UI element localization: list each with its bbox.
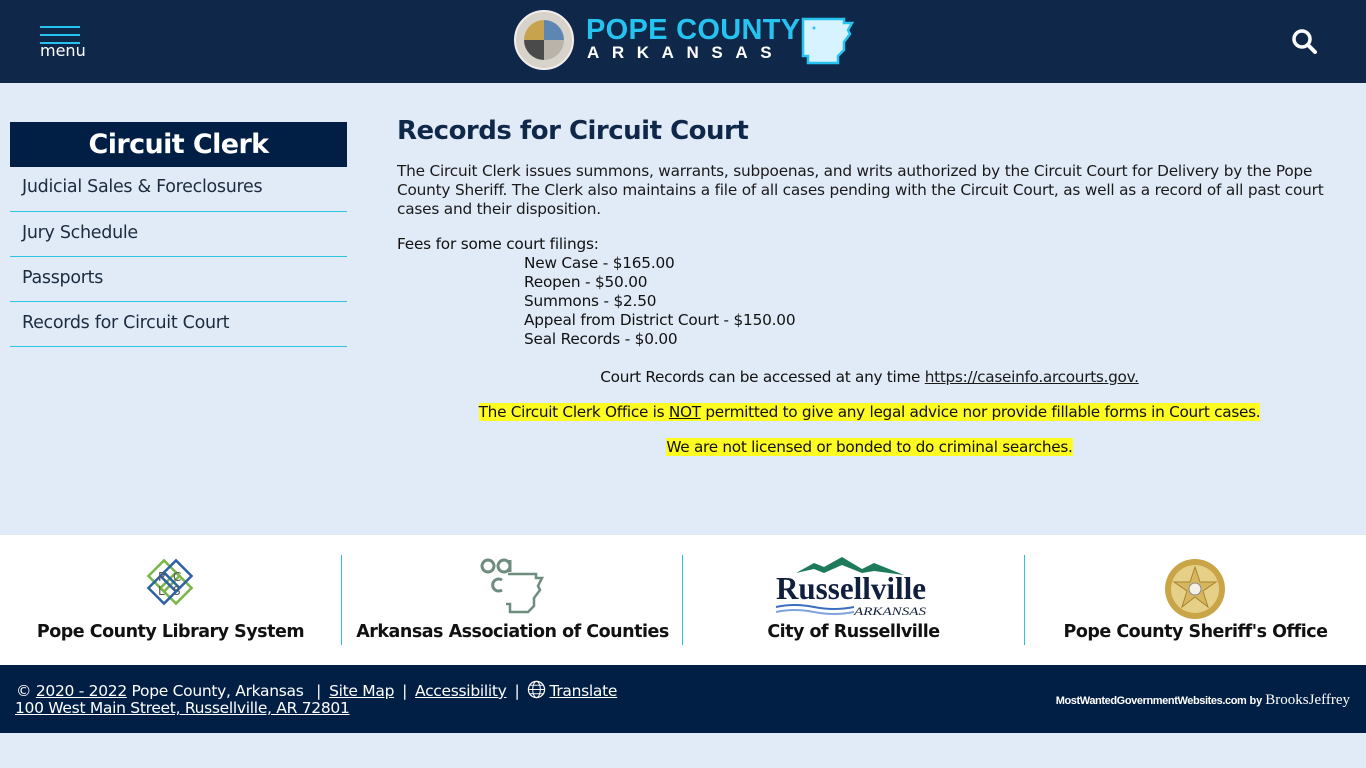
pcls-logo-icon: P C L S (146, 558, 194, 606)
svg-text:P: P (158, 570, 165, 584)
main-content: Records for Circuit Court The Circuit Cl… (397, 114, 1342, 457)
globe-icon (528, 680, 546, 699)
search-icon (1292, 29, 1317, 54)
partner-aac[interactable]: Arkansas Association of Counties (342, 555, 683, 645)
credit-company: BrooksJeffrey (1265, 692, 1350, 708)
notice-text-post: permitted to give any legal advice nor p… (700, 403, 1261, 421)
notice-not-emphasis: NOT (668, 403, 701, 421)
menu-button[interactable]: menu (40, 26, 86, 62)
fees-label: Fees for some court filings: (397, 235, 599, 253)
site-logo-link[interactable]: POPE COUNTY ARKANSAS (514, 10, 854, 72)
russellville-logo-icon: Russellville ARKANSAS (775, 557, 926, 618)
notice2-text: We are not licensed or bonded to do crim… (666, 438, 1073, 456)
caseinfo-link[interactable]: https://caseinfo.arcourts.gov. (925, 368, 1139, 386)
partner-name: Pope County Library System (36, 622, 305, 642)
footer-separator: | (402, 682, 408, 700)
page-title: Records for Circuit Court (397, 116, 749, 146)
search-button[interactable] (1290, 27, 1318, 55)
svg-text:C: C (173, 570, 181, 584)
court-records-line: Court Records can be accessed at any tim… (397, 368, 1342, 387)
intro-paragraph: The Circuit Clerk issues summons, warran… (397, 162, 1324, 218)
site-credit[interactable]: MostWantedGovernmentWebsites.com by Brooks… (1056, 693, 1350, 708)
fee-item: Seal Records - $0.00 (524, 330, 678, 348)
partner-name: Pope County Sheriff's Office (1063, 622, 1328, 642)
footer-separator: | (514, 682, 520, 700)
arkansas-state-icon (801, 17, 854, 65)
county-seal-icon (514, 10, 574, 70)
fee-item: Reopen - $50.00 (524, 273, 648, 291)
partner-sheriff[interactable]: Pope County Sheriff's Office (1025, 555, 1366, 645)
partner-name: City of Russellville (767, 622, 940, 642)
fee-item: New Case - $165.00 (524, 254, 675, 272)
footer-links: © 2020 - 2022 Pope County, Arkansas | Sit… (16, 680, 617, 701)
logo-subtitle: ARKANSAS (587, 43, 785, 62)
svg-text:Russellville: Russellville (776, 570, 926, 606)
fee-item: Appeal from District Court - $150.00 (524, 311, 796, 329)
court-records-text: Court Records can be accessed at any tim… (600, 368, 925, 386)
criminal-search-notice: We are not licensed or bonded to do crim… (397, 438, 1342, 457)
site-header: menu POPE COUNTY ARKANSAS (0, 0, 1366, 83)
translate-link[interactable]: Translate (527, 680, 618, 700)
svg-text:ARKANSAS: ARKANSAS (853, 604, 926, 618)
fee-item: Summons - $2.50 (524, 292, 657, 310)
sidebar-item-jury-schedule[interactable]: Jury Schedule (10, 212, 347, 257)
site-map-link[interactable]: Site Map (329, 682, 394, 700)
fees-list: New Case - $165.00 Reopen - $50.00 Summo… (397, 254, 1342, 349)
hamburger-bar (40, 34, 80, 36)
partner-links: P C L S Pope County Library System Arkan… (0, 535, 1366, 665)
credit-by: by (1249, 695, 1263, 707)
sidebar-item-passports[interactable]: Passports (10, 257, 347, 302)
notice-highlight: The Circuit Clerk Office is NOT permitte… (478, 403, 1261, 421)
site-footer: © 2020 - 2022 Pope County, Arkansas | Sit… (0, 665, 1366, 733)
svg-text:S: S (173, 584, 181, 598)
partner-library[interactable]: P C L S Pope County Library System (0, 555, 341, 645)
address-link[interactable]: 100 West Main Street, Russellville, AR 7… (15, 699, 350, 717)
partner-russellville[interactable]: Russellville ARKANSAS City of Russellvil… (683, 555, 1024, 645)
org-name: Pope County, Arkansas (131, 682, 304, 700)
svg-text:L: L (158, 584, 165, 598)
partner-name: Arkansas Association of Counties (356, 622, 669, 642)
footer-separator: | (316, 682, 322, 700)
sidebar-item-records[interactable]: Records for Circuit Court (10, 302, 347, 347)
credit-site: MostWantedGovernmentWebsites.com (1055, 695, 1247, 707)
copyright-symbol: © (16, 682, 32, 700)
sheriff-badge-icon (1165, 559, 1225, 619)
sidebar-item-judicial-sales[interactable]: Judicial Sales & Foreclosures (10, 167, 347, 212)
copyright-years-link[interactable]: 2020 - 2022 (36, 682, 127, 700)
notice-text-pre: The Circuit Clerk Office is (478, 403, 669, 421)
aac-logo-icon (480, 558, 545, 614)
menu-label: menu (40, 41, 86, 60)
legal-advice-notice: The Circuit Clerk Office is NOT permitte… (397, 403, 1342, 422)
translate-label: Translate (549, 682, 618, 700)
hamburger-icon (40, 26, 80, 28)
sidebar-title: Circuit Clerk (10, 122, 347, 167)
accessibility-link[interactable]: Accessibility (415, 682, 507, 700)
sidebar-nav: Circuit Clerk Judicial Sales & Foreclosu… (10, 122, 347, 347)
logo-title: POPE COUNTY (586, 14, 801, 46)
